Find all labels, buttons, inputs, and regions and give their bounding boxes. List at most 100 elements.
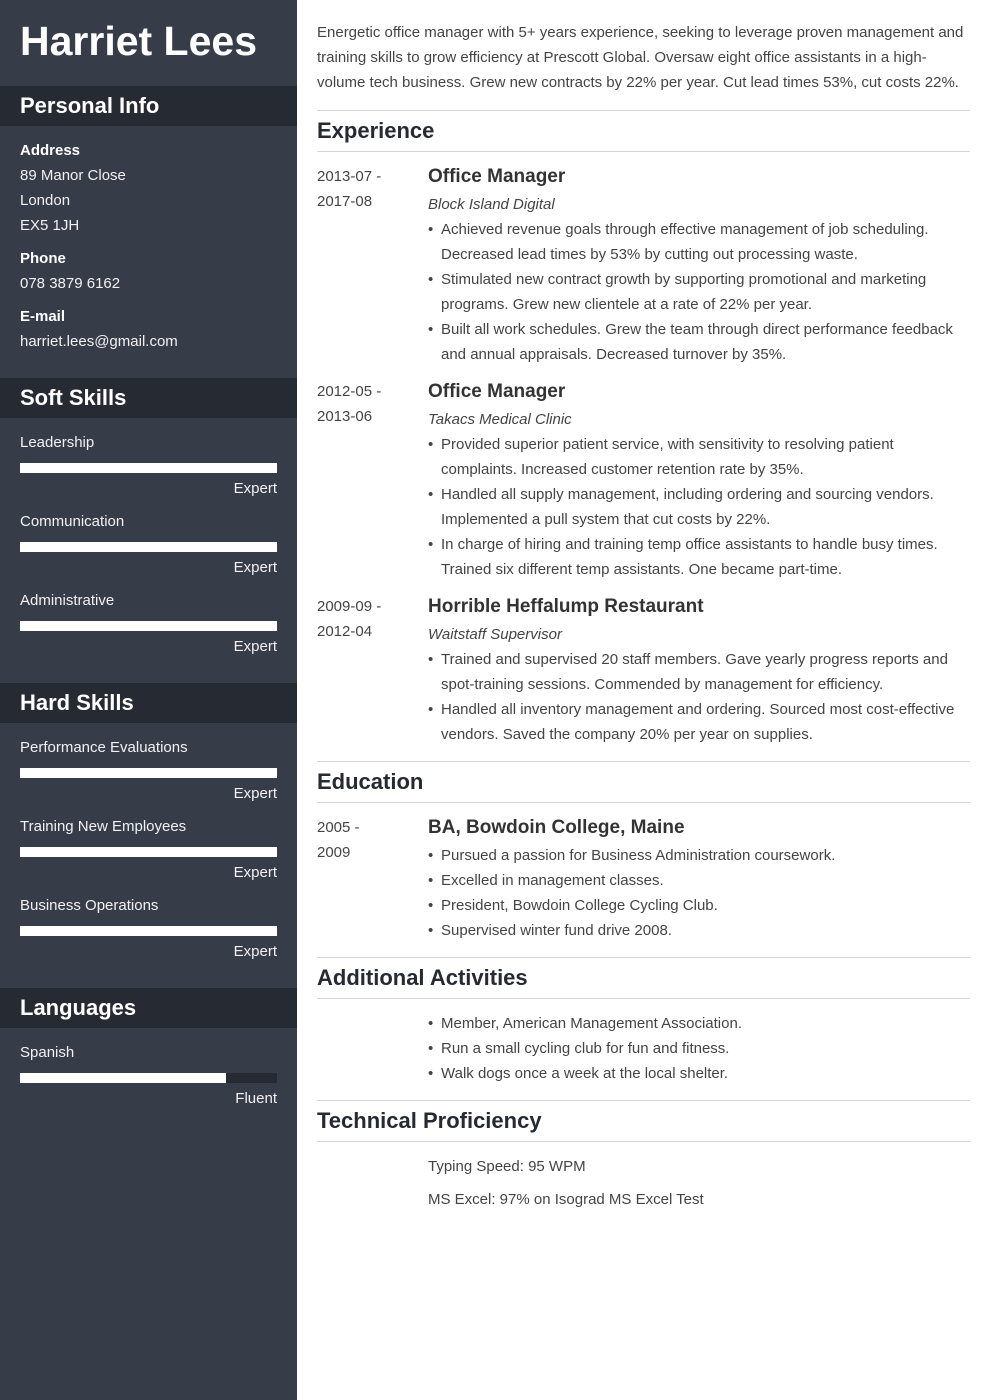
skill-bar-fill — [20, 542, 277, 552]
main-content: Energetic office manager with 5+ years e… — [317, 0, 970, 1234]
tech-item: Typing Speed: 95 WPM — [428, 1158, 586, 1175]
date-start: 2009-09 - — [317, 598, 382, 615]
bullet-item: Built all work schedules. Grew the team … — [428, 317, 970, 367]
technical-entry: Typing Speed: 95 WPM MS Excel: 97% on Is… — [317, 1154, 970, 1220]
technical-section: Technical Proficiency Typing Speed: 95 W… — [317, 1101, 970, 1234]
bullet-item: Excelled in management classes. — [428, 868, 970, 893]
entry-date: 2013-07 - 2017-08 — [317, 164, 428, 367]
language-name: Spanish — [20, 1044, 75, 1061]
entry-body: BA, Bowdoin College, Maine Pursued a pas… — [428, 815, 970, 943]
skill-bar — [20, 926, 277, 936]
skill-name: Performance Evaluations — [20, 739, 188, 756]
skill-name: Leadership — [20, 434, 95, 451]
bullet-list: Pursued a passion for Business Administr… — [428, 843, 970, 943]
company-name: Block Island Digital — [428, 196, 555, 213]
bullet-item: Supervised winter fund drive 2008. — [428, 918, 970, 943]
address-group: Address 89 Manor Close London EX5 1JH — [20, 138, 277, 238]
address-line: London — [20, 192, 71, 209]
bullet-item: In charge of hiring and training temp of… — [428, 532, 970, 582]
date-end: 2017-08 — [317, 193, 373, 210]
date-end: 2009 — [317, 844, 351, 861]
skill-bar — [20, 463, 277, 473]
experience-entry: 2012-05 - 2013-06 Office Manager Takacs … — [317, 379, 970, 582]
date-start: 2012-05 - — [317, 383, 382, 400]
skill-level: Expert — [233, 559, 277, 576]
language-level: Fluent — [235, 1090, 277, 1107]
personal-info-heading: Personal Info — [0, 86, 297, 126]
skill-item: Training New Employees Expert — [20, 814, 277, 885]
bullet-item: Achieved revenue goals through effective… — [428, 217, 970, 267]
skill-bar-fill — [20, 768, 277, 778]
experience-heading: Experience — [317, 111, 970, 152]
bullet-item: Run a small cycling club for fun and fit… — [428, 1036, 970, 1061]
bullet-item: Stimulated new contract growth by suppor… — [428, 267, 970, 317]
skill-item: Administrative Expert — [20, 588, 277, 659]
address-line: 89 Manor Close — [20, 167, 126, 184]
skill-item: Communication Expert — [20, 509, 277, 580]
bullet-list: Trained and supervised 20 staff members.… — [428, 647, 970, 747]
date-start: 2013-07 - — [317, 168, 382, 185]
position-name: Waitstaff Supervisor — [428, 626, 562, 643]
sidebar: Harriet Lees Personal Info Address 89 Ma… — [0, 0, 297, 1400]
skill-bar — [20, 621, 277, 631]
experience-entry: 2013-07 - 2017-08 Office Manager Block I… — [317, 164, 970, 367]
skill-name: Administrative — [20, 592, 115, 609]
skill-name: Communication — [20, 513, 125, 530]
entry-body: Office Manager Block Island Digital Achi… — [428, 164, 970, 367]
language-bar — [20, 1073, 277, 1083]
email-value[interactable]: harriet.lees@gmail.com — [20, 329, 277, 354]
language-bar-fill — [20, 1073, 226, 1083]
bullet-list: Provided superior patient service, with … — [428, 432, 970, 582]
bullet-list: Member, American Management Association.… — [428, 1011, 970, 1086]
profile-summary: Energetic office manager with 5+ years e… — [317, 0, 970, 111]
candidate-name: Harriet Lees — [20, 18, 258, 64]
activities-heading: Additional Activities — [317, 958, 970, 999]
language-item: Spanish Fluent — [20, 1040, 277, 1111]
bullet-item: Pursued a passion for Business Administr… — [428, 843, 970, 868]
entry-date: 2005 - 2009 — [317, 815, 428, 943]
tech-item: MS Excel: 97% on Isograd MS Excel Test — [428, 1191, 704, 1208]
bullet-item: President, Bowdoin College Cycling Club. — [428, 893, 970, 918]
skill-bar — [20, 768, 277, 778]
bullet-list: Achieved revenue goals through effective… — [428, 217, 970, 367]
phone-value: 078 3879 6162 — [20, 275, 121, 292]
experience-entry: 2009-09 - 2012-04 Horrible Heffalump Res… — [317, 594, 970, 747]
soft-skills-heading: Soft Skills — [0, 378, 297, 418]
phone-label: Phone — [20, 250, 66, 267]
date-end: 2012-04 — [317, 623, 373, 640]
skill-bar-fill — [20, 621, 277, 631]
bullet-item: Handled all inventory management and ord… — [428, 697, 970, 747]
job-title: Horrible Heffalump Restaurant — [428, 596, 704, 617]
entry-body: Typing Speed: 95 WPM MS Excel: 97% on Is… — [428, 1154, 970, 1220]
skill-bar-fill — [20, 926, 277, 936]
soft-skills-section: Leadership Expert Communication Expert A… — [0, 418, 297, 683]
email-label: E-mail — [20, 308, 66, 325]
entry-body: Office Manager Takacs Medical Clinic Pro… — [428, 379, 970, 582]
date-end: 2013-06 — [317, 408, 373, 425]
hard-skills-section: Performance Evaluations Expert Training … — [0, 723, 297, 988]
date-start: 2005 - — [317, 819, 360, 836]
skill-name: Business Operations — [20, 897, 159, 914]
bullet-item: Member, American Management Association. — [428, 1011, 970, 1036]
skill-item: Performance Evaluations Expert — [20, 735, 277, 806]
activities-section: Additional Activities Member, American M… — [317, 958, 970, 1101]
degree-title: BA, Bowdoin College, Maine — [428, 817, 685, 838]
skill-item: Business Operations Expert — [20, 893, 277, 964]
skill-bar-fill — [20, 847, 277, 857]
company-name: Takacs Medical Clinic — [428, 411, 572, 428]
experience-section: Experience 2013-07 - 2017-08 Office Mana… — [317, 111, 970, 762]
entry-body: Member, American Management Association.… — [428, 1011, 970, 1086]
hard-skills-heading: Hard Skills — [0, 683, 297, 723]
skill-bar-fill — [20, 463, 277, 473]
education-heading: Education — [317, 762, 970, 803]
personal-info-section: Address 89 Manor Close London EX5 1JH Ph… — [0, 126, 297, 378]
entry-body: Horrible Heffalump Restaurant Waitstaff … — [428, 594, 970, 747]
job-title: Office Manager — [428, 381, 566, 402]
skill-name: Training New Employees — [20, 818, 187, 835]
bullet-item: Provided superior patient service, with … — [428, 432, 970, 482]
entry-date: 2012-05 - 2013-06 — [317, 379, 428, 582]
address-label: Address — [20, 142, 81, 159]
job-title: Office Manager — [428, 166, 566, 187]
skill-level: Expert — [233, 480, 277, 497]
skill-bar — [20, 847, 277, 857]
